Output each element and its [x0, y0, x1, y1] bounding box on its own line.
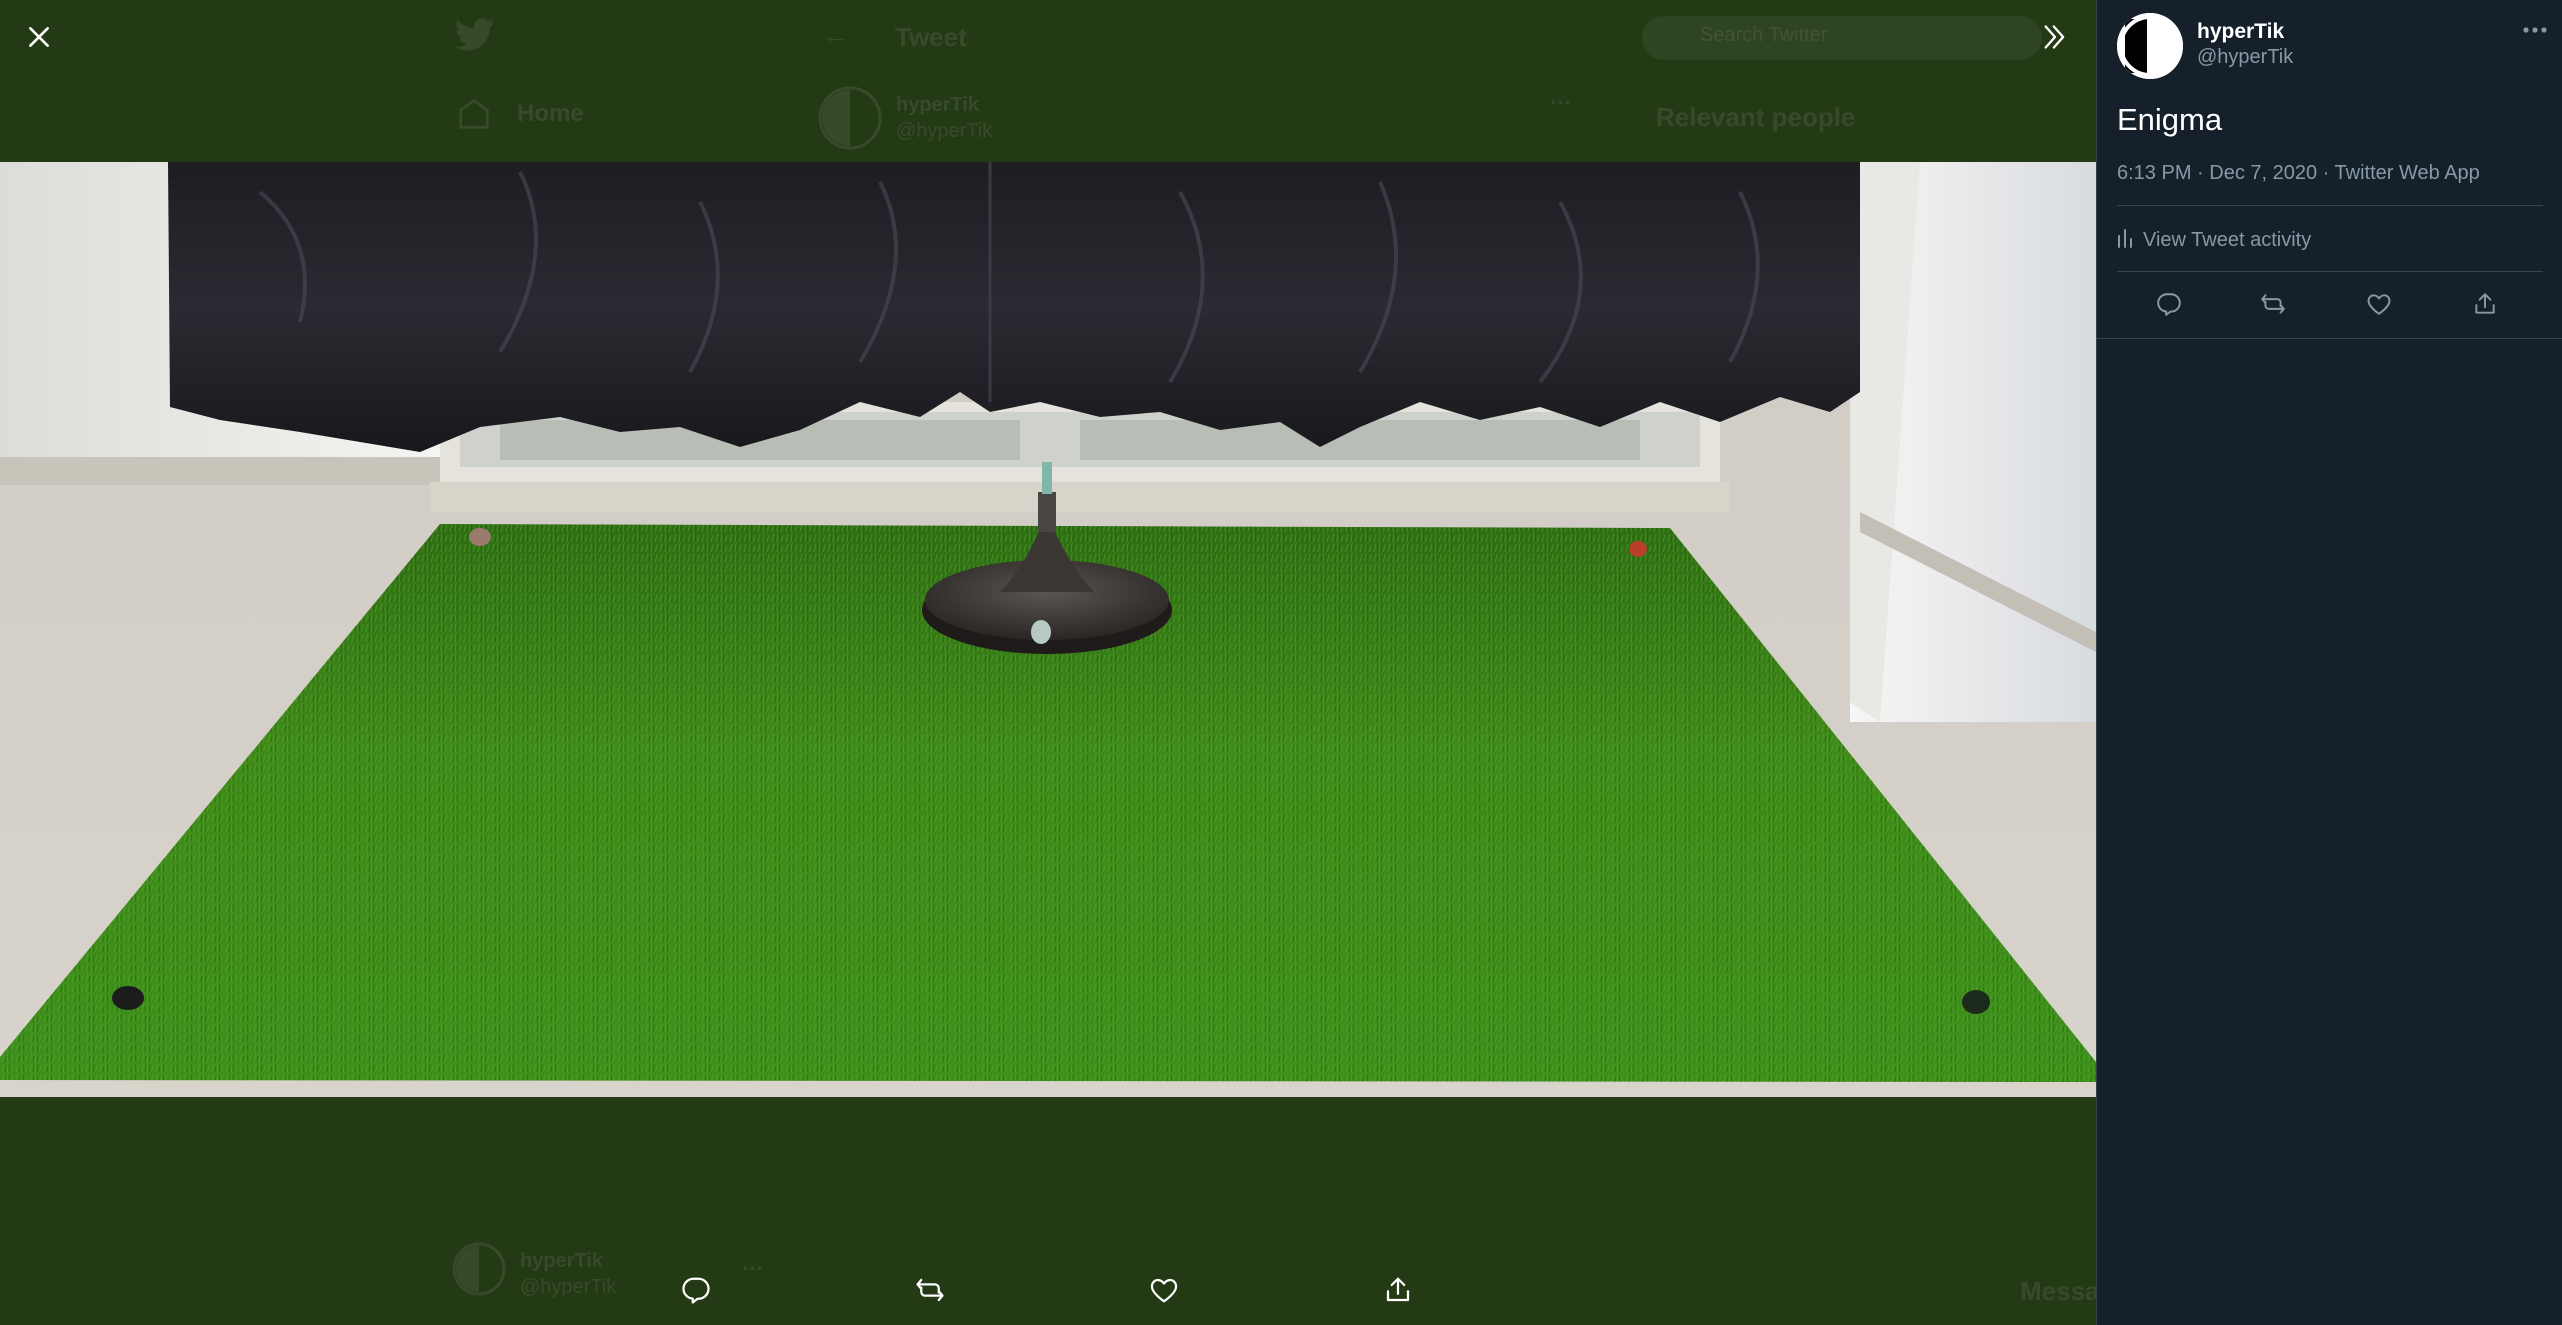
reply-icon: [681, 1275, 711, 1310]
ghost-author-handle: @hyperTik: [896, 120, 993, 142]
divider: [2117, 205, 2543, 206]
media-action-bar: [0, 1262, 2096, 1322]
tweet-text: Enigma: [2117, 102, 2223, 137]
retweet-button[interactable]: [2247, 280, 2299, 332]
share-icon: [1383, 1275, 1413, 1310]
retweet-button[interactable]: [900, 1262, 960, 1322]
media-viewer: Home ← Tweet hyperTik @hyperTik ··· Sear…: [0, 0, 2096, 1325]
reply-icon: [2156, 291, 2182, 322]
more-options-button[interactable]: [2519, 18, 2551, 42]
like-button[interactable]: [1134, 1262, 1194, 1322]
ghost-search-placeholder: Search Twitter: [1700, 24, 1828, 46]
bar-chart-icon: [2117, 228, 2133, 253]
ghost-more-icon: ···: [1550, 90, 1572, 115]
like-icon: [2366, 291, 2392, 322]
share-icon: [2472, 291, 2498, 322]
tweet-sidebar: hyperTik @hyperTik Enigma 6:13 PM · Dec …: [2096, 0, 2562, 1325]
like-icon: [1149, 1275, 1179, 1310]
ghost-header-title: Tweet: [895, 22, 967, 52]
share-button[interactable]: [1368, 1262, 1428, 1322]
double-chevron-right-icon: [2041, 23, 2069, 56]
ghost-relevant-people: Relevant people: [1656, 102, 1856, 132]
expand-sidebar-button[interactable]: [2028, 12, 2082, 66]
reply-button[interactable]: [2143, 280, 2195, 332]
twitter-logo-icon: [455, 18, 495, 52]
view-tweet-activity-link[interactable]: View Tweet activity: [2117, 222, 2311, 258]
display-name[interactable]: hyperTik: [2197, 20, 2284, 44]
user-handle[interactable]: @hyperTik: [2197, 46, 2293, 69]
close-icon: [26, 24, 52, 55]
ghost-author-name: hyperTik: [896, 94, 979, 116]
ghost-back-arrow-icon: ←: [822, 20, 848, 50]
more-icon: [2522, 21, 2548, 39]
reply-button[interactable]: [666, 1262, 726, 1322]
ghost-nav-home: Home: [517, 100, 584, 127]
retweet-icon: [2260, 291, 2286, 322]
retweet-icon: [915, 1275, 945, 1310]
divider: [2117, 271, 2543, 272]
view-tweet-activity-label: View Tweet activity: [2143, 228, 2312, 251]
tweet-timestamp[interactable]: 6:13 PM · Dec 7, 2020 · Twitter Web App: [2117, 162, 2480, 185]
tweet-photo[interactable]: [0, 162, 2096, 1097]
like-button[interactable]: [2353, 280, 2405, 332]
close-button[interactable]: [12, 12, 66, 66]
ghost-avatar: [818, 86, 882, 150]
share-button[interactable]: [2459, 280, 2511, 332]
avatar[interactable]: [2117, 13, 2183, 79]
tweet-action-bar: [2097, 280, 2562, 332]
divider: [2097, 338, 2562, 339]
home-icon: [458, 98, 490, 130]
